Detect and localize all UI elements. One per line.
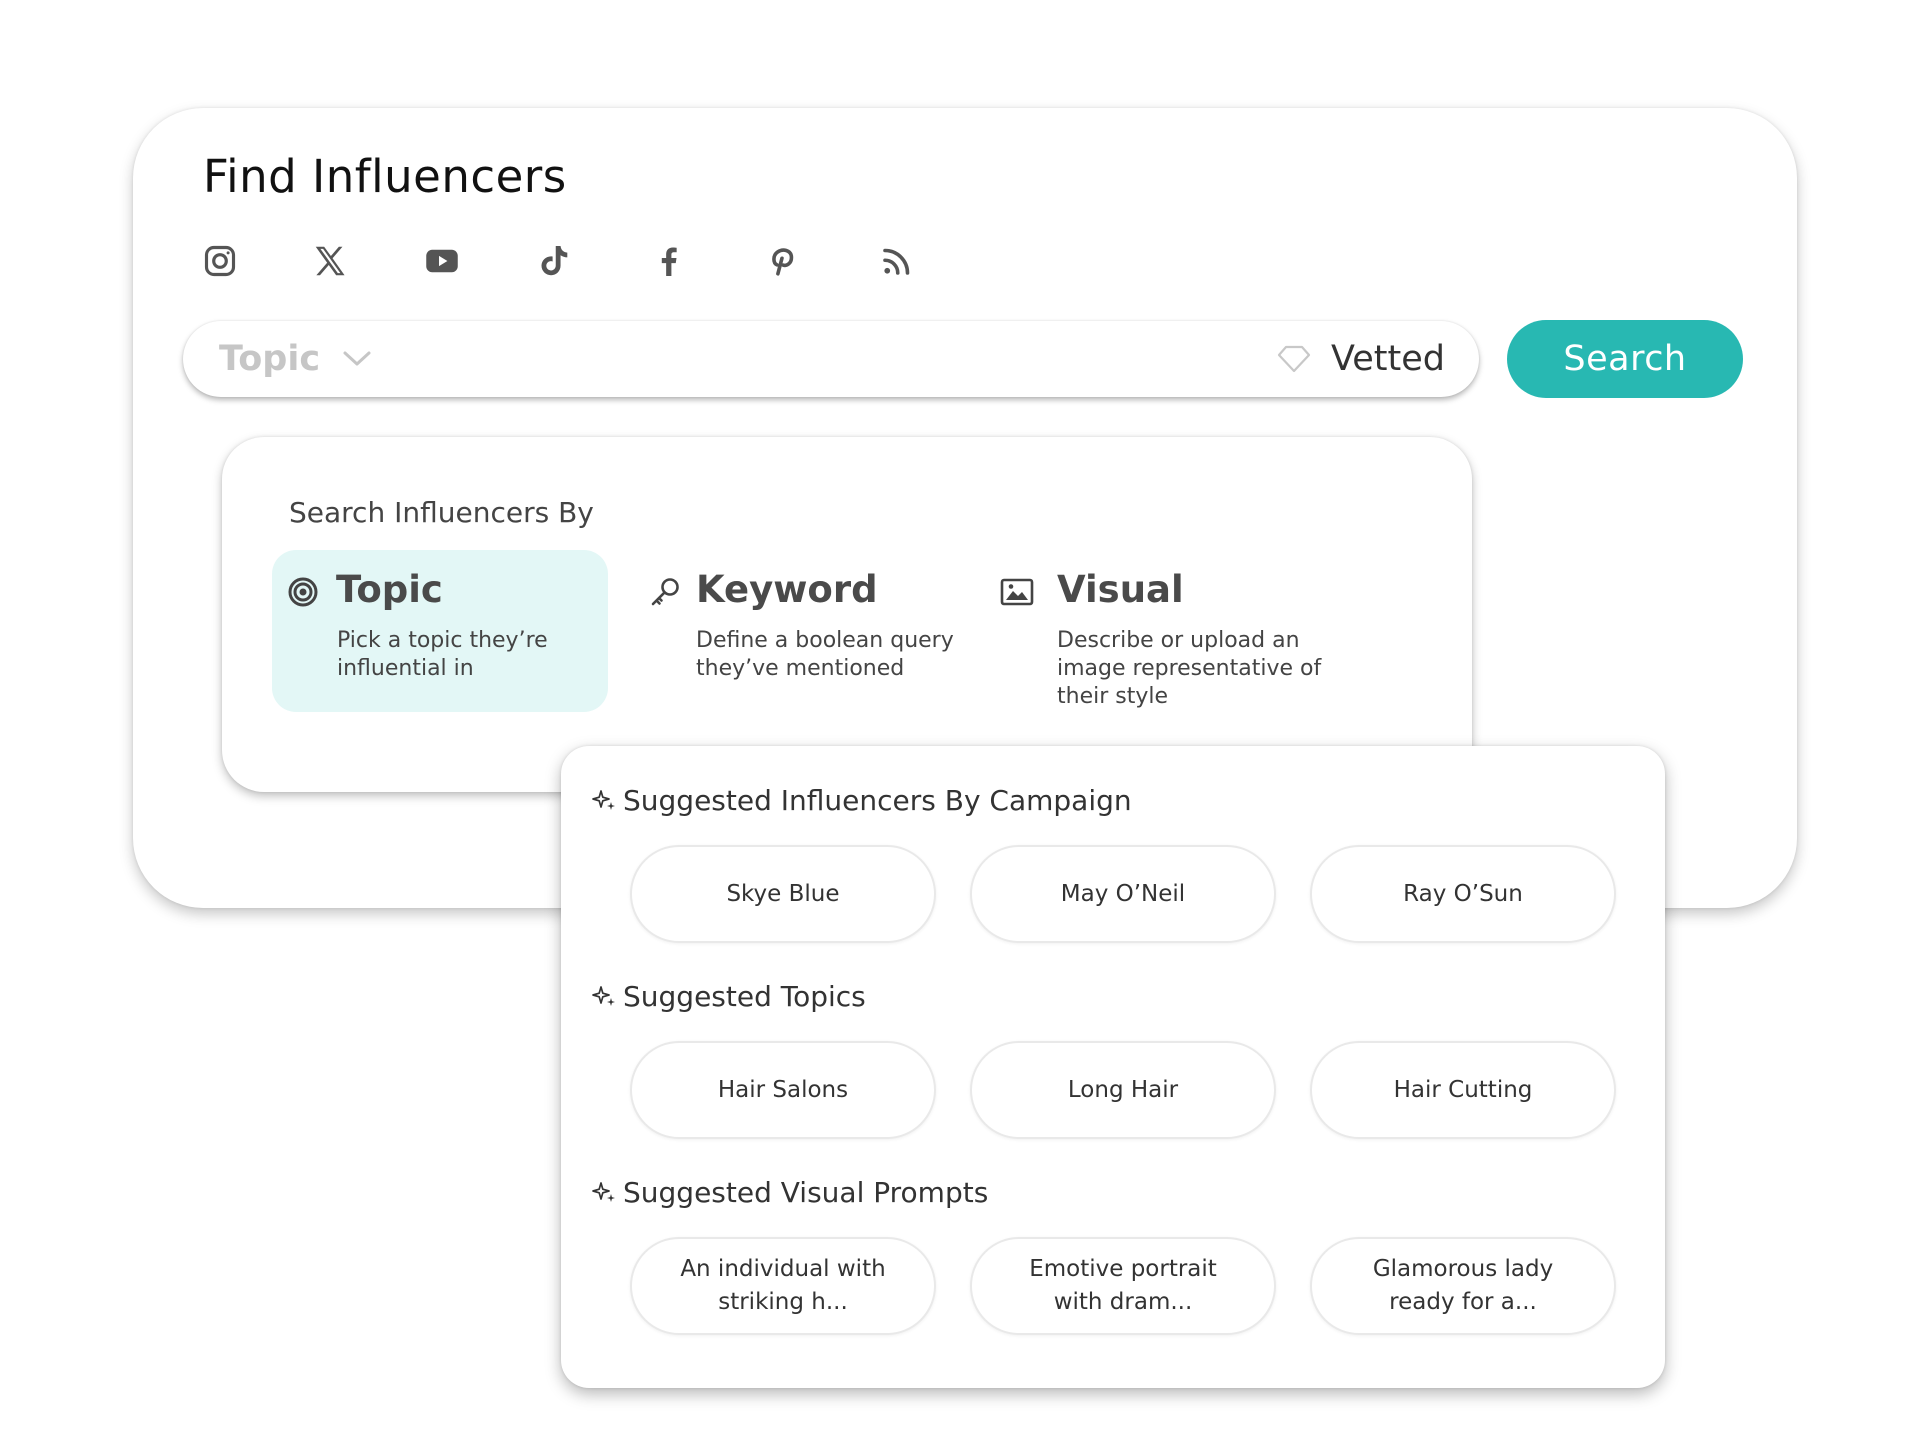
facebook-icon[interactable] bbox=[649, 241, 689, 281]
image-icon bbox=[1000, 578, 1034, 606]
vetted-label: Vetted bbox=[1331, 339, 1445, 379]
search-mode-label: Topic bbox=[219, 339, 321, 379]
search-bar[interactable]: Topic Vetted bbox=[183, 321, 1479, 397]
suggestion-chip[interactable]: Emotive portrait with dram... bbox=[970, 1237, 1276, 1335]
search-button[interactable]: Search bbox=[1507, 320, 1743, 398]
section-title-text: Suggested Visual Prompts bbox=[623, 1176, 989, 1209]
youtube-icon[interactable] bbox=[422, 241, 462, 281]
search-mode-dropdown[interactable]: Topic bbox=[219, 321, 372, 397]
key-icon bbox=[651, 578, 679, 606]
section-title-topics: Suggested Topics bbox=[591, 980, 866, 1013]
diamond-icon bbox=[1277, 345, 1311, 373]
search-mode-keyword[interactable]: Keyword Define a boolean query they’ve m… bbox=[636, 550, 966, 712]
mode-description: Pick a topic they’re influential in bbox=[337, 628, 548, 681]
suggestion-chip[interactable]: Glamorous lady ready for a... bbox=[1310, 1237, 1616, 1335]
section-title-campaign: Suggested Influencers By Campaign bbox=[591, 784, 1132, 817]
suggestion-chip[interactable]: Hair Salons bbox=[630, 1041, 936, 1139]
mode-name: Visual bbox=[1057, 568, 1184, 611]
suggestion-chip[interactable]: Skye Blue bbox=[630, 845, 936, 943]
rss-icon[interactable] bbox=[877, 241, 917, 281]
sparkle-icon bbox=[592, 789, 615, 810]
mode-name: Keyword bbox=[696, 568, 878, 611]
pinterest-icon[interactable] bbox=[763, 241, 803, 281]
search-mode-topic[interactable]: Topic Pick a topic they’re influential i… bbox=[272, 550, 608, 712]
suggestion-chip[interactable]: Long Hair bbox=[970, 1041, 1276, 1139]
target-icon bbox=[288, 577, 318, 607]
section-title-visual-prompts: Suggested Visual Prompts bbox=[591, 1176, 988, 1209]
sparkle-icon bbox=[592, 985, 615, 1006]
chevron-down-icon bbox=[343, 351, 371, 366]
mode-description: Define a boolean query they’ve mentioned bbox=[696, 628, 954, 681]
mode-description: Describe or upload an image representati… bbox=[1057, 628, 1322, 709]
search-mode-visual[interactable]: Visual Describe or upload an image repre… bbox=[996, 550, 1346, 712]
suggestion-chip[interactable]: May O’Neil bbox=[970, 845, 1276, 943]
mode-name: Topic bbox=[336, 568, 443, 611]
page-title: Find Influencers bbox=[203, 150, 567, 203]
vetted-toggle[interactable]: Vetted bbox=[1277, 321, 1445, 397]
suggestion-chip[interactable]: Hair Cutting bbox=[1310, 1041, 1616, 1139]
search-by-title: Search Influencers By bbox=[289, 496, 594, 529]
x-icon[interactable] bbox=[310, 241, 350, 281]
suggestion-chip[interactable]: An individual with striking h... bbox=[630, 1237, 936, 1335]
instagram-icon[interactable] bbox=[200, 241, 240, 281]
tiktok-icon[interactable] bbox=[535, 241, 575, 281]
section-title-text: Suggested Influencers By Campaign bbox=[623, 784, 1132, 817]
section-title-text: Suggested Topics bbox=[623, 980, 866, 1013]
sparkle-icon bbox=[592, 1181, 615, 1202]
suggestion-chip[interactable]: Ray O’Sun bbox=[1310, 845, 1616, 943]
